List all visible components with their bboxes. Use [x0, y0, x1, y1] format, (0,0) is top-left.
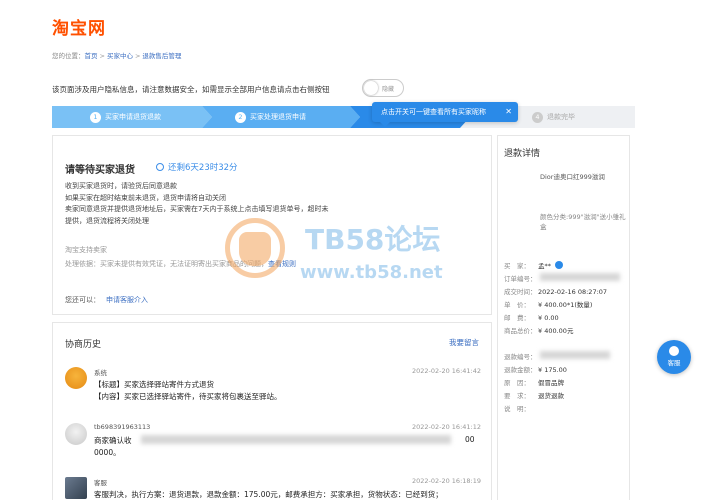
privacy-notice: 该页面涉及用户隐私信息，请注意数据安全，如需显示全部用户信息请点击右侧按钮 — [52, 85, 330, 94]
breadcrumb-refund[interactable]: 退款售后管理 — [142, 52, 181, 60]
also-options: 您还可以： 申请客服介入 — [65, 296, 148, 304]
refund-status-panel: 请等待买家退货 还剩6天23时32分 收到买家退货时，请验货后同意退款 如果买家… — [52, 135, 492, 315]
support-label: 淘宝支持卖家 — [65, 246, 107, 254]
breadcrumb: 您的位置：首页 > 买家中心 > 退款售后管理 — [52, 52, 182, 60]
apply-service-link[interactable]: 申请客服介入 — [106, 296, 148, 304]
breadcrumb-buyer-center[interactable]: 买家中心 — [107, 52, 133, 60]
rule-basis: 处理依据：买家未提供有效凭证，无法证明寄出买家商品的问题，查看规则 — [65, 260, 296, 268]
refund-details-panel: 退款详情 Dior迪奥口红999滋润 颜色分类:999"滋润"送小雏礼盒 买 家… — [497, 135, 630, 500]
leave-message-link[interactable]: 我要留言 — [449, 337, 479, 348]
avatar — [65, 477, 87, 499]
field-deal-time: 成交时间： 2022-02-16 08:27:07 — [504, 288, 608, 296]
toggle-label: 隐藏 — [382, 86, 395, 93]
history-title: 协商历史 — [65, 340, 102, 350]
avatar — [65, 423, 87, 445]
clock-icon — [156, 163, 164, 171]
step-1: 1 买家申请退货退款 — [52, 106, 212, 128]
progress-steps: 1 买家申请退货退款 2 买家处理退货申请 4 退款完毕 — [52, 106, 635, 128]
details-title: 退款详情 — [504, 149, 541, 159]
field-refund-no: 退款编号： — [504, 353, 537, 361]
field-total: 商品总价： ¥ 400.00元 — [504, 327, 574, 335]
breadcrumb-home[interactable]: 首页 — [85, 52, 98, 60]
countdown: 还剩6天23时32分 — [156, 161, 238, 173]
field-reason: 原 因： 假冒品牌 — [504, 379, 564, 387]
status-description: 收到买家退货时，请验货后同意退款 如果买家在超时结束前未退货，退货申请将自动关闭… — [65, 182, 329, 225]
chat-icon[interactable] — [555, 261, 563, 269]
product-name[interactable]: Dior迪奥口红999滋润 — [540, 172, 626, 182]
field-request: 要 求： 退货退款 — [504, 392, 564, 400]
field-buyer: 买 家： 孟** — [504, 260, 563, 270]
field-order-no: 订单编号： — [504, 275, 537, 283]
field-refund-amount: 退款金额： ¥ 175.00 — [504, 366, 567, 374]
field-unit-price: 单 价： ¥ 400.00*1(数量) — [504, 301, 593, 309]
field-description: 说 明： — [504, 405, 530, 413]
product-image[interactable] — [504, 179, 536, 211]
privacy-toggle[interactable]: 隐藏 — [362, 79, 404, 97]
close-icon[interactable]: ✕ — [505, 102, 512, 122]
field-postage: 邮 费： ¥ 0.00 — [504, 314, 559, 322]
taobao-logo[interactable]: 淘宝网 — [52, 14, 106, 39]
status-title: 请等待买家退货 — [65, 165, 135, 176]
customer-service-button[interactable]: 客服 — [657, 340, 691, 374]
product-attributes: 颜色分类:999"滋润"送小雏礼盒 — [540, 213, 626, 231]
nickname-tooltip: 点击开关可一键查看所有买家昵称 ✕ — [372, 102, 518, 127]
headset-icon — [669, 346, 679, 356]
avatar — [65, 367, 87, 389]
toggle-knob — [364, 81, 378, 95]
step-2: 2 买家处理退货申请 — [202, 106, 360, 128]
history-entry: 客服 2022-02-20 16:18:19 客服判决，执行方案：退货退款，退款… — [65, 477, 481, 500]
step-4: 4 退款完毕 — [532, 106, 575, 128]
history-entry: 系统 2022-02-20 16:41:42 【标题】买家选择驿站寄件方式退货 … — [65, 367, 481, 407]
view-rules-link[interactable]: 查看规则 — [268, 260, 296, 268]
negotiation-history: 协商历史 我要留言 系统 2022-02-20 16:41:42 【标题】买家选… — [52, 322, 492, 500]
history-entry: tb698391963113 2022-02-20 16:41:12 商家确认收… — [65, 423, 481, 467]
